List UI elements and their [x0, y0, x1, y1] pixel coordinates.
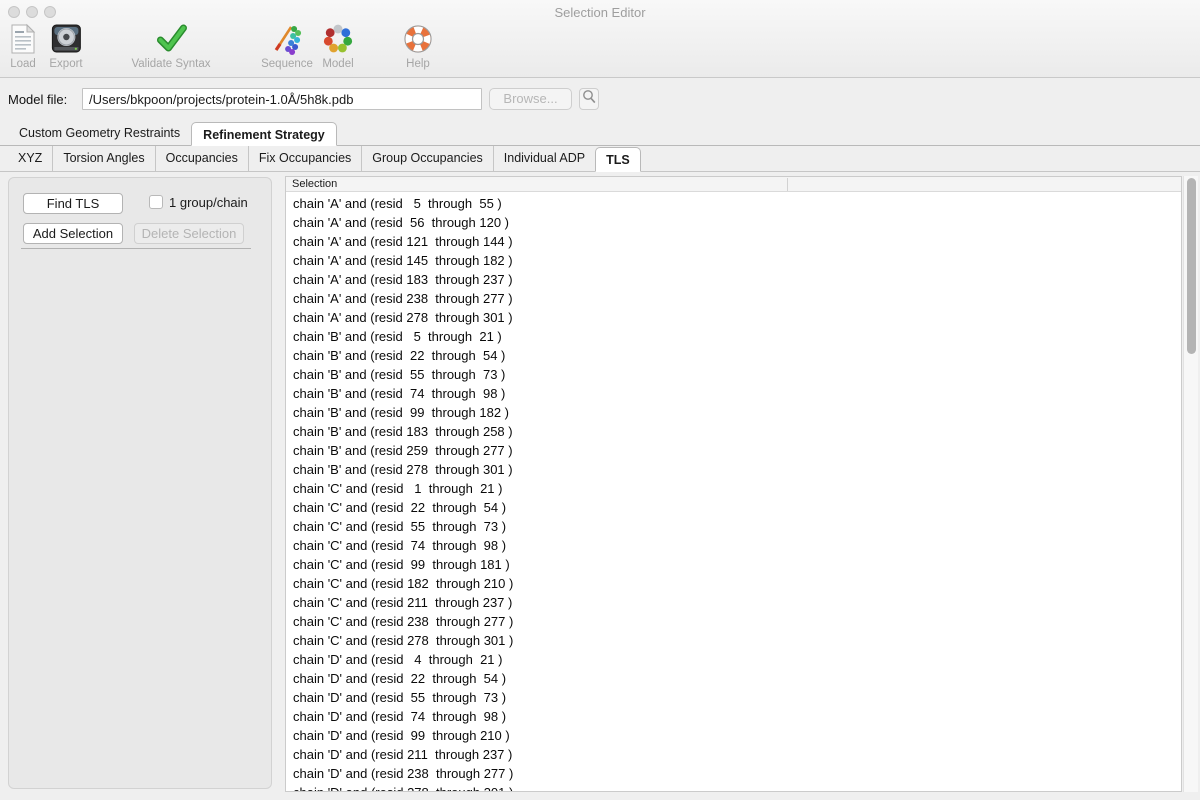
list-item[interactable]: chain 'B' and (resid 259 through 277 )	[286, 441, 1181, 460]
selection-column-header-label: Selection	[292, 178, 337, 190]
list-item[interactable]: chain 'D' and (resid 99 through 210 )	[286, 726, 1181, 745]
selection-list: Selection chain 'A' and (resid 5 through…	[285, 176, 1182, 792]
tab-individual-adp[interactable]: Individual ADP	[493, 146, 595, 171]
list-item[interactable]: chain 'A' and (resid 183 through 237 )	[286, 270, 1181, 289]
model-file-label: Model file:	[8, 92, 67, 107]
secondary-tab-bar: XYZ Torsion Angles Occupancies Fix Occup…	[0, 147, 1200, 172]
tab-torsion-angles[interactable]: Torsion Angles	[52, 146, 154, 171]
selection-editor-window: Selection Editor Load	[0, 0, 1200, 800]
window-header: Selection Editor Load	[0, 0, 1200, 78]
list-item[interactable]: chain 'A' and (resid 5 through 55 )	[286, 194, 1181, 213]
document-icon	[8, 21, 38, 57]
browse-button[interactable]: Browse...	[489, 88, 572, 110]
list-item[interactable]: chain 'D' and (resid 74 through 98 )	[286, 707, 1181, 726]
model-file-input[interactable]	[82, 88, 482, 110]
list-item[interactable]: chain 'A' and (resid 121 through 144 )	[286, 232, 1181, 251]
list-item[interactable]: chain 'D' and (resid 22 through 54 )	[286, 669, 1181, 688]
list-item[interactable]: chain 'B' and (resid 183 through 258 )	[286, 422, 1181, 441]
list-item[interactable]: chain 'A' and (resid 238 through 277 )	[286, 289, 1181, 308]
list-scrollbar-track[interactable]	[1183, 176, 1198, 792]
list-item[interactable]: chain 'D' and (resid 238 through 277 )	[286, 764, 1181, 783]
list-item[interactable]: chain 'C' and (resid 74 through 98 )	[286, 536, 1181, 555]
tab-refinement-strategy[interactable]: Refinement Strategy	[191, 122, 337, 146]
list-item[interactable]: chain 'B' and (resid 22 through 54 )	[286, 346, 1181, 365]
tab-xyz[interactable]: XYZ	[8, 146, 52, 171]
tls-controls-panel: Find TLS 1 group/chain Add Selection Del…	[8, 177, 272, 789]
tab-custom-geometry-restraints[interactable]: Custom Geometry Restraints	[8, 121, 191, 145]
add-selection-button[interactable]: Add Selection	[23, 223, 123, 244]
group-per-chain-label: 1 group/chain	[169, 195, 248, 210]
sequence-icon	[261, 21, 313, 57]
list-item[interactable]: chain 'B' and (resid 74 through 98 )	[286, 384, 1181, 403]
tab-fix-occupancies[interactable]: Fix Occupancies	[248, 146, 361, 171]
selection-column-header[interactable]: Selection	[286, 177, 1181, 192]
toolbar-validate-syntax-button[interactable]: Validate Syntax	[131, 21, 210, 70]
list-item[interactable]: chain 'A' and (resid 278 through 301 )	[286, 308, 1181, 327]
toolbar-validate-syntax-label: Validate Syntax	[131, 58, 210, 70]
tab-group-occupancies[interactable]: Group Occupancies	[361, 146, 492, 171]
toolbar-model-label: Model	[322, 58, 354, 70]
toolbar-export-label: Export	[49, 58, 82, 70]
list-item[interactable]: chain 'D' and (resid 278 through 301 )	[286, 783, 1181, 792]
delete-selection-button[interactable]: Delete Selection	[134, 223, 244, 244]
toolbar-help-label: Help	[402, 58, 434, 70]
list-item[interactable]: chain 'B' and (resid 5 through 21 )	[286, 327, 1181, 346]
list-item[interactable]: chain 'C' and (resid 1 through 21 )	[286, 479, 1181, 498]
list-item[interactable]: chain 'C' and (resid 22 through 54 )	[286, 498, 1181, 517]
toolbar-model-button[interactable]: Model	[322, 21, 354, 70]
toolbar-load-label: Load	[8, 58, 38, 70]
primary-tab-bar: Custom Geometry Restraints Refinement St…	[0, 122, 1200, 146]
find-tls-button[interactable]: Find TLS	[23, 193, 123, 214]
list-item[interactable]: chain 'C' and (resid 278 through 301 )	[286, 631, 1181, 650]
list-item[interactable]: chain 'B' and (resid 99 through 182 )	[286, 403, 1181, 422]
column-divider[interactable]	[787, 178, 788, 191]
list-item[interactable]: chain 'B' and (resid 278 through 301 )	[286, 460, 1181, 479]
search-button[interactable]	[579, 88, 599, 110]
window-title: Selection Editor	[0, 5, 1200, 20]
toolbar-export-button[interactable]: Export	[49, 21, 82, 70]
list-item[interactable]: chain 'A' and (resid 56 through 120 )	[286, 213, 1181, 232]
model-icon	[322, 21, 354, 57]
list-item[interactable]: chain 'C' and (resid 99 through 181 )	[286, 555, 1181, 574]
tab-tls[interactable]: TLS	[595, 147, 641, 172]
toolbar-sequence-button[interactable]: Sequence	[261, 21, 313, 70]
harddrive-icon	[49, 21, 82, 57]
toolbar-load-button[interactable]: Load	[8, 21, 38, 70]
tab-occupancies[interactable]: Occupancies	[155, 146, 248, 171]
list-scrollbar-thumb[interactable]	[1187, 178, 1196, 354]
group-per-chain-checkbox[interactable]	[149, 195, 163, 209]
magnifier-icon	[582, 89, 596, 109]
lifering-icon	[402, 21, 434, 57]
list-item[interactable]: chain 'B' and (resid 55 through 73 )	[286, 365, 1181, 384]
list-item[interactable]: chain 'D' and (resid 4 through 21 )	[286, 650, 1181, 669]
list-item[interactable]: chain 'D' and (resid 211 through 237 )	[286, 745, 1181, 764]
selection-rows: chain 'A' and (resid 5 through 55 ) chai…	[286, 192, 1181, 792]
list-item[interactable]: chain 'C' and (resid 211 through 237 )	[286, 593, 1181, 612]
list-item[interactable]: chain 'C' and (resid 238 through 277 )	[286, 612, 1181, 631]
list-item[interactable]: chain 'D' and (resid 55 through 73 )	[286, 688, 1181, 707]
toolbar-sequence-label: Sequence	[261, 58, 313, 70]
list-item[interactable]: chain 'C' and (resid 55 through 73 )	[286, 517, 1181, 536]
panel-divider	[21, 248, 251, 249]
checkmark-icon	[131, 21, 210, 57]
toolbar-help-button[interactable]: Help	[402, 21, 434, 70]
list-item[interactable]: chain 'A' and (resid 145 through 182 )	[286, 251, 1181, 270]
list-item[interactable]: chain 'C' and (resid 182 through 210 )	[286, 574, 1181, 593]
